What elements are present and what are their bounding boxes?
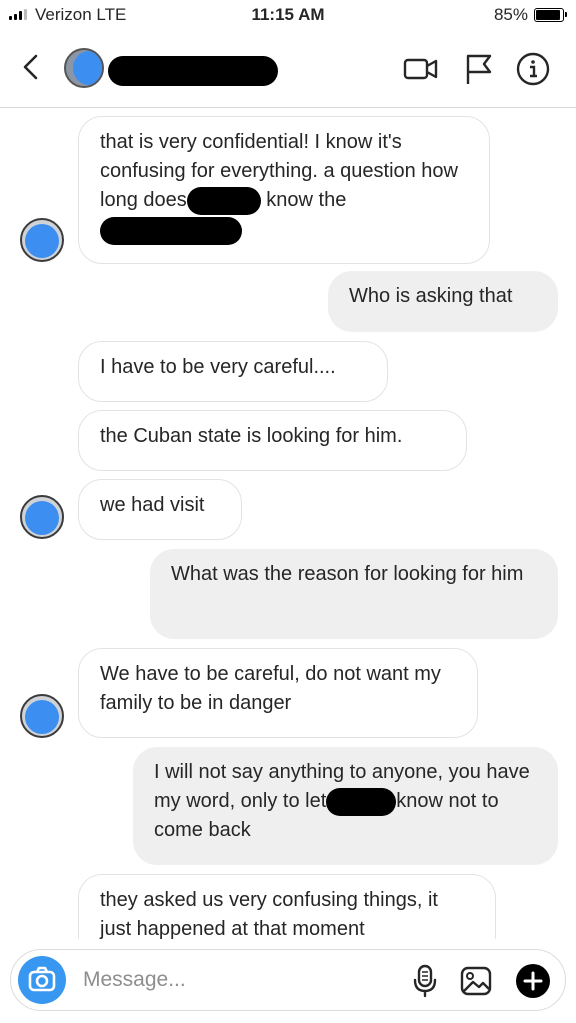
contact-avatar[interactable] [64,48,104,88]
gallery-button[interactable] [459,964,493,998]
info-icon [516,52,550,86]
plus-icon [523,971,543,991]
battery-icon [534,8,567,22]
message-text: they asked us very confusing things, it … [100,889,438,939]
message-bubble-incoming[interactable]: they asked us very confusing things, it … [78,874,496,939]
camera-icon [28,966,56,992]
message-composer [10,949,566,1011]
message-text: know the [260,189,347,211]
sender-avatar[interactable] [20,218,64,262]
more-options-button[interactable] [516,964,550,998]
voice-message-button[interactable] [411,964,439,998]
message-thread[interactable]: that is very confidential! I know it's c… [0,109,576,939]
message-bubble-outgoing[interactable]: What was the reason for looking for him [150,549,558,639]
message-bubble-incoming[interactable]: we had visit [78,479,242,540]
message-bubble-outgoing[interactable]: Who is asking that [328,271,558,332]
flag-icon [466,54,492,84]
battery-percent: 85% [493,5,528,24]
microphone-icon [413,964,437,998]
sender-avatar[interactable] [20,495,64,539]
video-camera-icon [403,58,438,80]
status-bar: Verizon LTE 11:15 AM 85% [0,0,576,30]
redacted-name [326,787,397,816]
sender-avatar[interactable] [20,694,64,738]
message-bubble-incoming[interactable]: I have to be very careful.... [78,341,388,402]
back-button[interactable] [14,50,48,84]
camera-button[interactable] [18,956,66,1004]
message-bubble-outgoing[interactable]: I will not say anything to anyone, you h… [133,747,558,865]
redacted-name [186,186,261,215]
message-bubble-incoming[interactable]: the Cuban state is looking for him. [78,410,467,471]
message-text: I have to be very careful.... [100,356,336,378]
info-button[interactable] [514,50,552,88]
message-text: What was the reason for looking for him [171,563,524,585]
contact-name-redacted[interactable] [108,56,278,86]
message-text: We have to be careful, do not want my fa… [100,663,441,714]
clock: 11:15 AM [251,5,325,24]
report-button[interactable] [460,50,498,88]
message-bubble-incoming[interactable]: We have to be careful, do not want my fa… [78,648,478,738]
message-text: Who is asking that [349,285,513,307]
redacted-name [100,217,242,245]
message-text: we had visit [100,494,205,516]
conversation-header [0,30,576,108]
message-text: the Cuban state is looking for him. [100,425,403,447]
chevron-left-icon [23,54,38,80]
photo-gallery-icon [460,966,492,996]
video-call-button[interactable] [402,50,440,88]
message-bubble-incoming[interactable]: that is very confidential! I know it's c… [78,116,490,264]
message-input[interactable] [83,964,383,996]
